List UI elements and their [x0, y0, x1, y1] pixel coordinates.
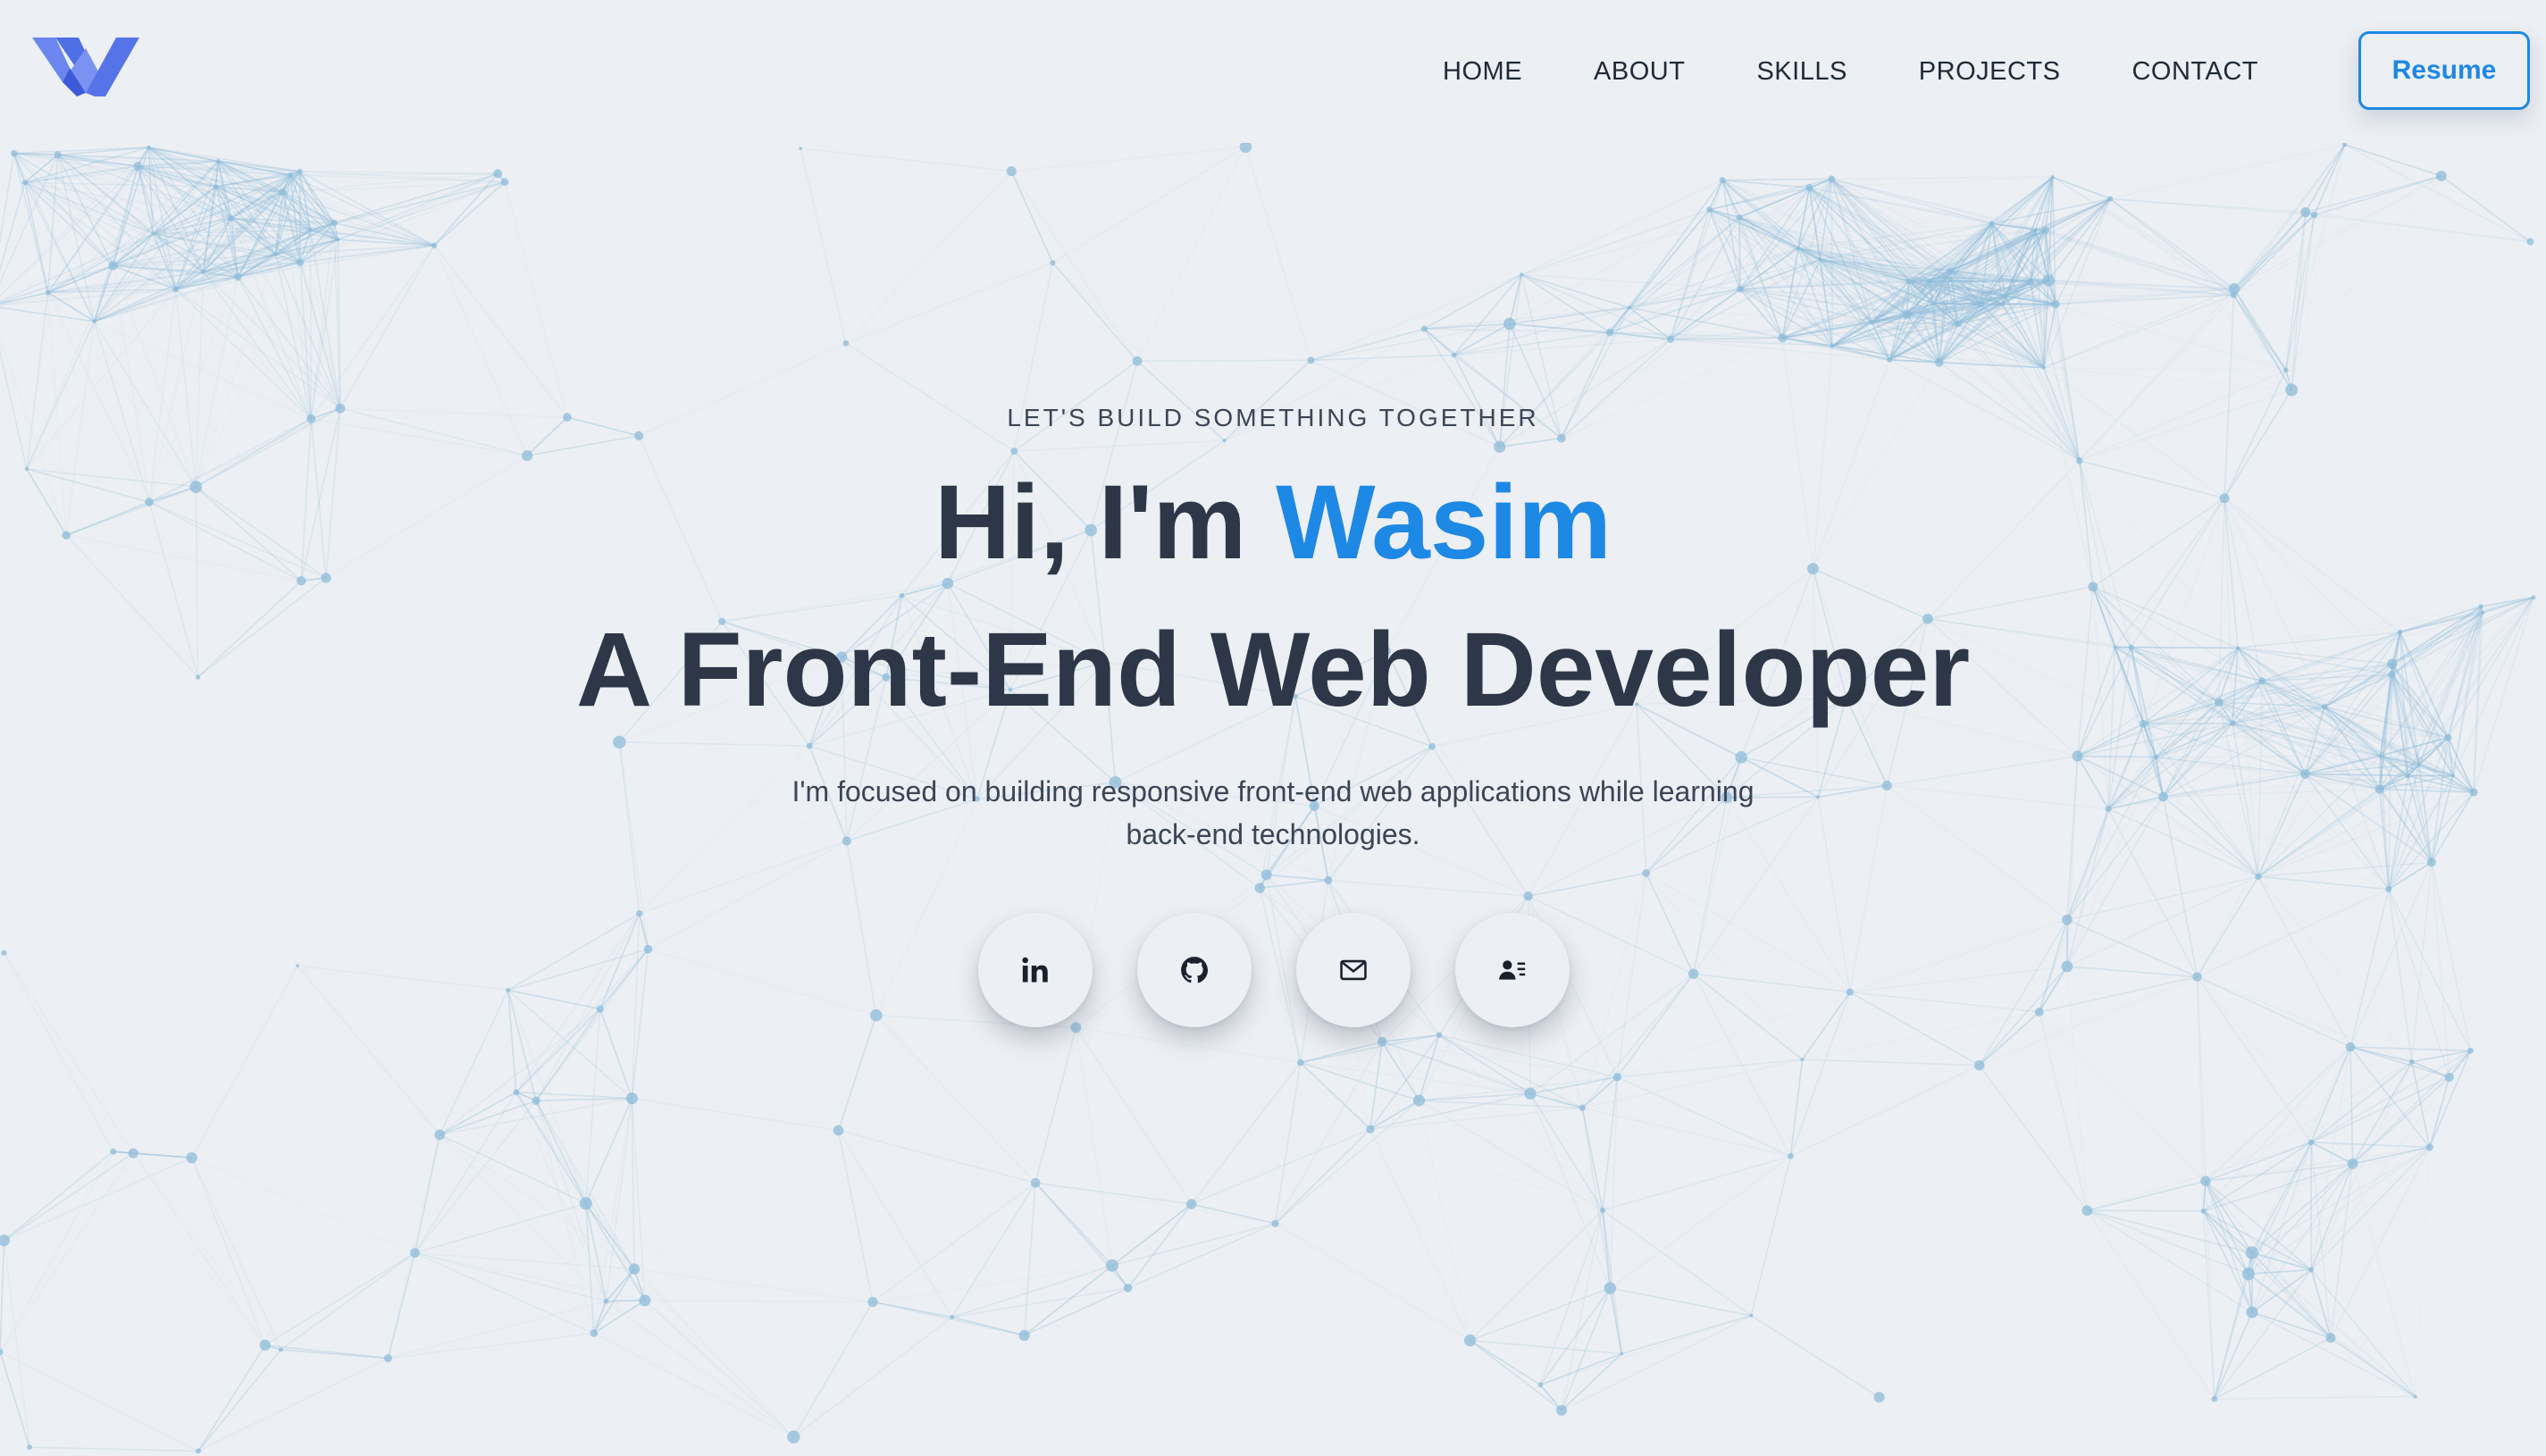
mail-icon [1340, 959, 1367, 981]
hero-role: A Front-End Web Developer [575, 611, 1971, 729]
nav-about-link[interactable]: ABOUT [1594, 50, 1685, 93]
nav-projects-link[interactable]: PROJECTS [1919, 50, 2061, 93]
github-icon [1181, 957, 1209, 983]
page: HOME ABOUT SKILLS PROJECTS CONTACT Resum… [0, 0, 2546, 1456]
github-button[interactable] [1137, 913, 1252, 1027]
w-logo-icon[interactable] [32, 32, 139, 98]
hero-greeting: Hi, I'm Wasim [0, 456, 2546, 590]
hero-tagline: LET'S BUILD SOMETHING TOGETHER [1007, 404, 1539, 431]
hero-section: LET'S BUILD SOMETHING TOGETHER Hi, I'm W… [0, 0, 2546, 1456]
navbar: HOME ABOUT SKILLS PROJECTS CONTACT Resum… [0, 0, 2546, 143]
linkedin-icon [1022, 957, 1048, 983]
nav-skills-link[interactable]: SKILLS [1756, 50, 1847, 93]
hero-name: Wasim [1276, 464, 1612, 582]
linkedin-button[interactable] [978, 913, 1093, 1027]
email-button[interactable] [1296, 913, 1411, 1027]
nav-contact-link[interactable]: CONTACT [2131, 50, 2258, 93]
hero-description: I'm focused on building responsive front… [791, 775, 1755, 850]
social-links [978, 913, 1570, 1027]
contact-card-icon [1499, 960, 1526, 980]
greeting-text: Hi, I'm [934, 464, 1277, 582]
nav-home-link[interactable]: HOME [1443, 50, 1522, 93]
resume-button[interactable]: Resume [2358, 31, 2530, 110]
contact-card-button[interactable] [1455, 913, 1570, 1027]
nav-links: HOME ABOUT SKILLS PROJECTS CONTACT [1371, 50, 2258, 93]
